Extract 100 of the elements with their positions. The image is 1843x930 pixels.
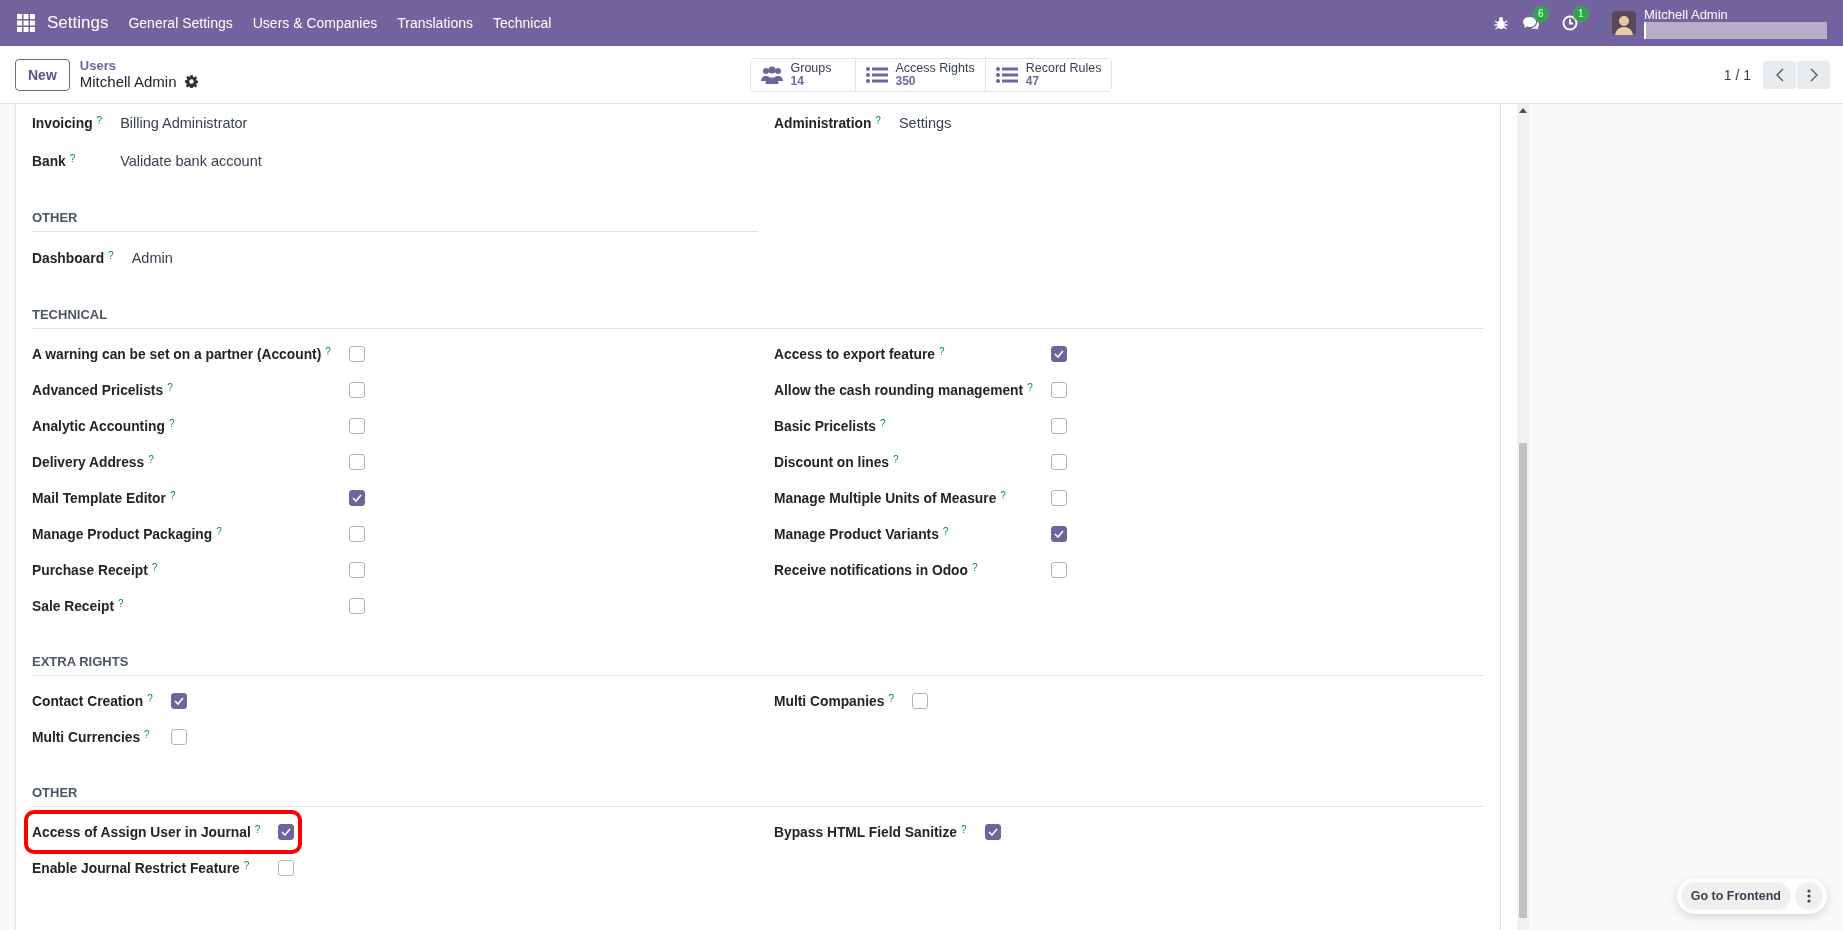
avatar-icon[interactable]: [1612, 11, 1636, 35]
settings-icon[interactable]: [184, 75, 198, 88]
notification-badge: 1: [1573, 6, 1589, 22]
help-tooltip[interactable]: ?: [893, 454, 899, 465]
field-label: Manage Product Variants: [774, 526, 939, 542]
check-icon: [1053, 530, 1064, 538]
help-tooltip[interactable]: ?: [148, 454, 154, 465]
help-tooltip[interactable]: ?: [169, 490, 176, 501]
next-button[interactable]: [1797, 60, 1830, 89]
bug-icon[interactable]: [1494, 16, 1508, 30]
kebab-icon: [1807, 889, 1811, 903]
checkbox[interactable]: [348, 526, 365, 542]
field-label: Administration: [774, 115, 872, 131]
checkbox[interactable]: [170, 729, 187, 745]
field-label: A warning can be set on a partner (Account): [32, 346, 322, 362]
new-button[interactable]: New: [15, 58, 70, 91]
checkbox[interactable]: [278, 860, 295, 876]
field-label: Sale Receipt: [32, 598, 115, 614]
help-tooltip[interactable]: ?: [880, 418, 886, 429]
user-name[interactable]: Mitchell Admin: [1644, 7, 1827, 22]
app-title[interactable]: Settings: [47, 13, 109, 33]
help-tooltip[interactable]: ?: [167, 382, 173, 393]
people-icon: [760, 65, 783, 84]
list-icon: [995, 66, 1018, 83]
frontend-button[interactable]: Go to Frontend: [1680, 882, 1791, 910]
checkbox[interactable]: [348, 418, 365, 434]
field-label: Access of Assign User in Journal: [32, 824, 251, 840]
help-tooltip[interactable]: ?: [216, 526, 222, 537]
checkbox[interactable]: [1050, 382, 1067, 398]
field-label: Basic Pricelists: [774, 418, 876, 434]
help-tooltip[interactable]: ?: [118, 598, 124, 609]
chevron-left-icon: [1775, 67, 1784, 82]
checkbox[interactable]: [1050, 490, 1067, 506]
help-tooltip[interactable]: ?: [961, 824, 967, 835]
field-label: Delivery Address: [32, 454, 145, 470]
section-title: EXTRA RIGHTS: [32, 654, 1484, 676]
field-value: Admin: [131, 250, 173, 266]
menu-item[interactable]: Users & Companies: [252, 15, 378, 31]
help-tooltip[interactable]: ?: [971, 562, 978, 573]
menu-item[interactable]: Translations: [397, 15, 473, 31]
checkbox[interactable]: [911, 693, 928, 709]
field-label: Receive notifications in Odoo: [774, 562, 968, 578]
checkbox[interactable]: [1050, 526, 1067, 542]
section-title: TECHNICAL: [32, 307, 1484, 329]
checkbox[interactable]: [170, 693, 187, 709]
menu-item[interactable]: General Settings: [128, 15, 233, 31]
field-label: Purchase Receipt: [32, 562, 148, 578]
section-title: OTHER: [32, 210, 758, 232]
checkbox[interactable]: [1050, 346, 1067, 362]
help-tooltip[interactable]: ?: [243, 860, 250, 871]
check-icon: [987, 828, 998, 836]
checkbox[interactable]: [1050, 454, 1067, 470]
field-label: Dashboard: [32, 250, 105, 266]
clock-icon[interactable]: [1562, 15, 1578, 31]
help-tooltip[interactable]: ?: [939, 346, 945, 357]
apps-menu-icon[interactable]: [17, 14, 35, 32]
field-label: Advanced Pricelists: [32, 382, 164, 398]
more-button[interactable]: [1795, 882, 1823, 910]
checkbox[interactable]: [1050, 562, 1067, 578]
checkbox[interactable]: [1050, 418, 1067, 434]
checkbox[interactable]: [348, 382, 365, 398]
help-tooltip[interactable]: ?: [108, 250, 114, 261]
help-tooltip[interactable]: ?: [254, 824, 261, 835]
field-label: Enable Journal Restrict Feature: [32, 860, 240, 876]
scrollbar[interactable]: [1517, 104, 1529, 930]
help-tooltip[interactable]: ?: [1000, 490, 1006, 501]
help-tooltip[interactable]: ?: [69, 153, 76, 164]
field-label: Discount on lines: [774, 454, 889, 470]
checkbox[interactable]: [348, 562, 365, 578]
menu-item[interactable]: Technical: [493, 15, 552, 31]
help-tooltip[interactable]: ?: [144, 729, 150, 740]
checkbox[interactable]: [984, 824, 1001, 840]
check-icon: [1053, 350, 1064, 358]
scrollbar-thumb[interactable]: [1519, 443, 1527, 918]
help-tooltip[interactable]: ?: [1027, 382, 1033, 393]
help-tooltip[interactable]: ?: [888, 693, 894, 704]
breadcrumb-link[interactable]: Users: [79, 58, 198, 73]
help-tooltip[interactable]: ?: [96, 115, 103, 126]
checkbox[interactable]: [348, 490, 365, 506]
checkbox[interactable]: [348, 346, 365, 362]
field-label: Analytic Accounting: [32, 418, 165, 434]
field-label: Manage Product Packaging: [32, 526, 213, 542]
checkbox[interactable]: [348, 454, 365, 470]
checkbox[interactable]: [348, 598, 365, 614]
help-tooltip[interactable]: ?: [875, 115, 881, 126]
field-value: Billing Administrator: [120, 115, 249, 131]
help-tooltip[interactable]: ?: [325, 346, 331, 357]
pager-value: 1 / 1: [1723, 66, 1751, 83]
help-tooltip[interactable]: ?: [168, 418, 175, 429]
smart-button[interactable]: Groups 14: [750, 58, 856, 91]
previous-button[interactable]: [1763, 60, 1796, 89]
record-name: Mitchell Admin: [79, 72, 177, 91]
help-tooltip[interactable]: ?: [942, 526, 949, 537]
chat-icon[interactable]: [1522, 15, 1540, 31]
section-title: OTHER: [32, 785, 1484, 807]
field-value: Validate bank account: [120, 153, 262, 169]
help-tooltip[interactable]: ?: [147, 693, 153, 704]
chevron-right-icon: [1809, 67, 1818, 82]
help-tooltip[interactable]: ?: [151, 562, 158, 573]
checkbox[interactable]: [278, 824, 295, 840]
